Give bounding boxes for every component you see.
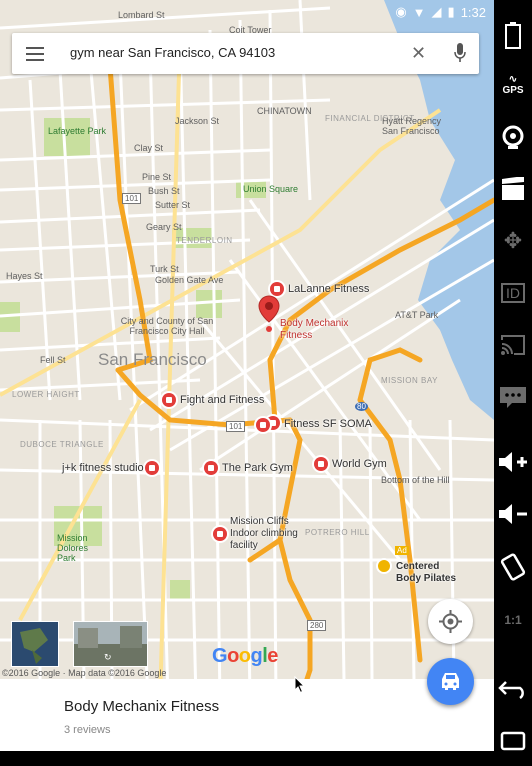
signal-icon: ◢ — [431, 4, 442, 19]
volume-down-icon[interactable] — [494, 498, 532, 530]
result-label[interactable]: Fight and Fitness — [180, 394, 264, 406]
map-copyright: ©2016 Google · Map data ©2016 Google — [2, 668, 167, 678]
review-count: 3 reviews — [64, 724, 111, 736]
neighborhood-label: DUBOCE TRIANGLE — [20, 440, 104, 449]
result-label[interactable]: j+k fitness studio — [62, 462, 144, 474]
crosshair-icon — [439, 610, 462, 633]
city-label: San Francisco — [98, 350, 207, 369]
result-pin[interactable] — [213, 527, 227, 541]
result-pin[interactable] — [162, 393, 176, 407]
device-screen: Lombard St Coit Tower Jackson St Clay St… — [0, 0, 494, 766]
neighborhood-label: LOWER HAIGHT — [12, 390, 80, 399]
satellite-icon — [12, 622, 58, 666]
neighborhood-label: CHINATOWN — [257, 106, 312, 116]
result-pin[interactable] — [256, 418, 270, 432]
street-label: Geary St — [146, 222, 182, 232]
street-label: Hayes St — [6, 271, 43, 281]
neighborhood-label: POTRERO HILL — [305, 528, 370, 537]
camera-icon[interactable] — [494, 122, 532, 152]
place-label[interactable]: Bottom of the Hill — [381, 475, 450, 485]
result-label[interactable]: LaLanne Fitness — [288, 283, 369, 295]
landmark-label: Hyatt Regency San Francisco — [382, 116, 442, 136]
park-label: Mission Dolores Park — [57, 533, 89, 563]
more-icon[interactable] — [494, 382, 532, 412]
result-label[interactable]: Fitness SF SOMA — [284, 418, 372, 430]
street-label: Pine St — [142, 172, 172, 182]
selected-pin-label[interactable]: Body Mechanix Fitness — [280, 318, 360, 342]
mic-icon[interactable] — [453, 42, 467, 64]
result-label[interactable]: Mission Cliffs Indoor climbing facility — [230, 516, 310, 552]
location-icon: ◉ — [395, 4, 407, 19]
street-label: Turk St — [150, 264, 179, 274]
1-1-icon[interactable]: 1:1 — [494, 606, 532, 634]
landmark-label: City and County of San Francisco City Ha… — [120, 316, 214, 336]
gps-icon[interactable]: ∿ GPS — [494, 70, 532, 100]
result-label[interactable]: Centered Body Pilates — [396, 561, 466, 585]
street-label: Sutter St — [155, 200, 191, 210]
gps-label: GPS — [502, 85, 524, 96]
clapperboard-icon[interactable] — [494, 174, 532, 204]
nav-strip — [0, 751, 494, 766]
street-label: Golden Gate Ave — [155, 275, 224, 285]
rotate-icon[interactable] — [494, 550, 532, 584]
battery-icon: ▮ — [447, 4, 455, 19]
highway-shield: 280 — [307, 620, 327, 631]
cast-icon[interactable] — [494, 330, 532, 360]
neighborhood-label: MISSION BAY — [381, 376, 438, 385]
id-label: ID — [501, 283, 525, 303]
place-card[interactable]: Body Mechanix Fitness 3 reviews — [0, 679, 494, 751]
result-pin[interactable] — [204, 461, 218, 475]
street-view-icon: ↻ — [74, 622, 147, 666]
result-pin[interactable] — [145, 461, 159, 475]
park-label: Lafayette Park — [48, 126, 107, 136]
close-icon[interactable]: ✕ — [411, 43, 426, 64]
ratio-label: 1:1 — [504, 613, 522, 627]
street-label: Bush St — [148, 186, 180, 196]
highway-shield: 80 — [355, 402, 368, 411]
battery-icon[interactable] — [494, 18, 532, 52]
result-pin[interactable] — [314, 457, 328, 471]
my-location-button[interactable] — [428, 599, 473, 644]
emulator-sidebar: ∿ GPS ✥ ID 1:1 — [494, 0, 532, 766]
menu-icon[interactable] — [26, 45, 44, 61]
directions-button[interactable] — [427, 658, 474, 705]
street-view-thumbnail[interactable]: ↻ — [73, 621, 148, 667]
back-icon[interactable] — [494, 676, 532, 702]
street-label: Clay St — [134, 143, 164, 153]
recents-icon[interactable] — [494, 728, 532, 754]
result-label[interactable]: The Park Gym — [222, 462, 293, 474]
search-input[interactable]: gym near San Francisco, CA 94103 — [70, 45, 275, 60]
result-pin[interactable] — [270, 282, 284, 296]
search-bar[interactable]: gym near San Francisco, CA 94103 ✕ — [12, 33, 479, 74]
selected-pin-icon[interactable] — [258, 295, 280, 333]
wifi-icon: ▼ — [412, 4, 426, 20]
neighborhood-label: TENDERLOIN — [176, 236, 233, 245]
highway-shield: 101 — [226, 421, 246, 432]
mouse-cursor-icon — [294, 676, 306, 694]
result-label[interactable]: World Gym — [332, 458, 387, 470]
ad-pin[interactable] — [378, 560, 390, 572]
clock: 1:32 — [460, 4, 486, 20]
google-logo: Google — [212, 645, 278, 667]
volume-up-icon[interactable] — [494, 446, 532, 478]
id-icon[interactable]: ID — [494, 278, 532, 308]
ad-badge: Ad — [395, 546, 409, 555]
place-title: Body Mechanix Fitness — [64, 698, 220, 715]
dpad-icon[interactable]: ✥ — [494, 226, 532, 256]
park-label: Union Square — [243, 184, 299, 194]
status-bar: ◉ ▼ ◢ ▮ 1:32 — [0, 0, 494, 24]
street-label: Jackson St — [175, 116, 220, 126]
street-label: Fell St — [40, 355, 66, 365]
car-icon — [442, 673, 459, 690]
earth-view-thumbnail[interactable] — [11, 621, 59, 667]
svg-text:↻: ↻ — [104, 653, 112, 663]
highway-shield: 101 — [122, 193, 142, 204]
landmark-label: AT&T Park — [395, 310, 439, 320]
